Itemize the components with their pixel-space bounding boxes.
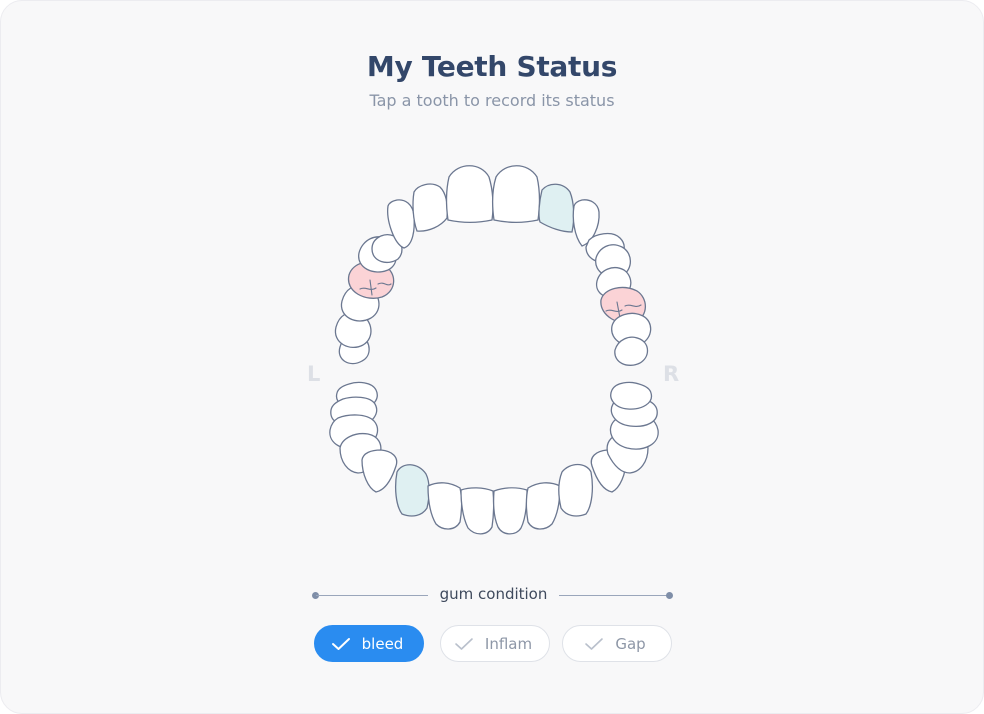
- divider-line-left: [316, 595, 428, 596]
- tooth-lower-left-premolar-1[interactable]: [361, 449, 398, 493]
- inflam-chip[interactable]: Inflam: [440, 625, 550, 662]
- divider-line-right: [559, 595, 670, 596]
- tooth-upper-left-central-incisor[interactable]: [445, 165, 494, 223]
- tooth-lower-right-central-incisor[interactable]: [492, 487, 528, 535]
- divider-dot-right: [666, 592, 673, 599]
- check-icon: [585, 637, 604, 650]
- gap-chip[interactable]: Gap: [562, 625, 672, 662]
- gum-condition-label: gum condition: [439, 585, 548, 603]
- check-icon: [331, 637, 350, 650]
- tooth-lower-left-central-incisor[interactable]: [460, 487, 495, 535]
- tooth-upper-left-lateral-incisor[interactable]: [412, 183, 448, 232]
- bleed-chip-label: bleed: [361, 634, 404, 653]
- bleed-chip[interactable]: bleed: [314, 625, 424, 662]
- dental-chart: [329, 165, 659, 535]
- tooth-upper-right-central-incisor[interactable]: [492, 165, 541, 223]
- tooth-lower-left-lateral-incisor[interactable]: [427, 482, 463, 530]
- tooth-lower-right-molar-3[interactable]: [610, 381, 653, 410]
- gap-chip-label: Gap: [615, 634, 646, 653]
- inflam-chip-label: Inflam: [484, 634, 533, 653]
- check-icon: [455, 637, 473, 650]
- tooth-lower-left-canine[interactable]: [395, 464, 430, 517]
- tooth-upper-right-canine[interactable]: [538, 183, 575, 233]
- tooth-lower-right-lateral-incisor[interactable]: [525, 482, 561, 530]
- tooth-lower-right-canine[interactable]: [558, 463, 593, 517]
- tooth-upper-right-molar-3[interactable]: [614, 336, 649, 366]
